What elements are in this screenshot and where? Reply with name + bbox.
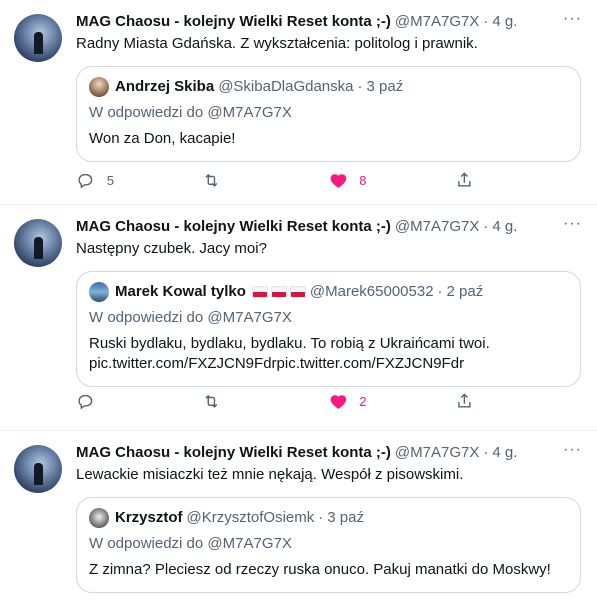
- author-name[interactable]: MAG Chaosu - kolejny Wielki Reset konta …: [76, 12, 391, 32]
- timestamp[interactable]: 4 g.: [492, 443, 517, 463]
- quote-timestamp: 2 paź: [446, 283, 484, 300]
- avatar[interactable]: [14, 445, 62, 493]
- tweet[interactable]: MAG Chaosu - kolejny Wielki Reset konta …: [0, 431, 597, 602]
- retweet-icon: [205, 173, 218, 187]
- like-count: 8: [359, 172, 367, 188]
- timestamp[interactable]: 4 g.: [492, 217, 517, 237]
- avatar[interactable]: [14, 14, 62, 62]
- separator-dot: ·: [318, 509, 324, 526]
- more-icon[interactable]: ···: [563, 11, 581, 32]
- tweet-text: Radny Miasta Gdańska. Z wykształcenia: p…: [76, 35, 478, 52]
- reply-mention: @M7A7G7X: [207, 104, 292, 121]
- heart-icon: [330, 394, 346, 409]
- poland-flag-icon: [270, 286, 287, 298]
- reply-label: W odpowiedzi do: [89, 309, 204, 326]
- tweet-text: Następny czubek. Jacy moi?: [76, 240, 267, 257]
- reply-mention: @M7A7G7X: [207, 535, 292, 552]
- separator-dot: ·: [357, 78, 363, 95]
- reply-label: W odpowiedzi do: [89, 104, 204, 121]
- more-icon[interactable]: ···: [563, 442, 581, 463]
- share-button[interactable]: [455, 392, 581, 411]
- share-icon: [457, 392, 471, 408]
- quote-text: Z zimna? Pleciesz od rzeczy ruska onuco.…: [89, 561, 551, 578]
- reply-context: W odpowiedzi do @M7A7G7X: [89, 103, 568, 123]
- retweet-icon: [205, 394, 218, 408]
- reply-label: W odpowiedzi do: [89, 535, 204, 552]
- share-icon: [457, 171, 471, 187]
- more-icon[interactable]: ···: [563, 216, 581, 237]
- reply-icon: [78, 394, 93, 410]
- poland-flag-icon: [251, 286, 268, 298]
- quote-avatar: [89, 77, 109, 97]
- author-handle[interactable]: @M7A7G7X: [395, 12, 479, 32]
- quoted-tweet[interactable]: Krzysztof @KrzysztofOsiemk · 3 paź W odp…: [76, 497, 581, 593]
- reply-icon: [78, 173, 93, 189]
- reply-count: 5: [106, 172, 114, 188]
- author-handle[interactable]: @M7A7G7X: [395, 217, 479, 237]
- separator-dot: ·: [483, 444, 489, 461]
- quote-text: Ruski bydlaku, bydlaku, bydlaku. To robi…: [89, 334, 568, 374]
- retweet-button[interactable]: [202, 171, 328, 190]
- like-button[interactable]: 8: [329, 171, 455, 190]
- timestamp[interactable]: 4 g.: [492, 12, 517, 32]
- quoted-tweet[interactable]: Andrzej Skiba @SkibaDlaGdanska · 3 paź W…: [76, 66, 581, 162]
- reply-mention: @M7A7G7X: [207, 309, 292, 326]
- reply-context: W odpowiedzi do @M7A7G7X: [89, 308, 568, 328]
- reply-button[interactable]: [76, 392, 202, 411]
- tweet[interactable]: MAG Chaosu - kolejny Wielki Reset konta …: [0, 205, 597, 431]
- retweet-button[interactable]: [202, 392, 328, 411]
- quote-author-name: Andrzej Skiba: [115, 78, 215, 95]
- like-button[interactable]: 2: [329, 392, 455, 411]
- separator-dot: ·: [437, 283, 443, 300]
- tweet[interactable]: MAG Chaosu - kolejny Wielki Reset konta …: [0, 0, 597, 205]
- quote-author-handle: @Marek65000532: [309, 283, 434, 300]
- quote-timestamp: 3 paź: [366, 78, 404, 95]
- action-bar: 5 8: [76, 170, 581, 190]
- avatar[interactable]: [14, 219, 62, 267]
- poland-flag-icon: [289, 286, 306, 298]
- separator-dot: ·: [483, 13, 489, 30]
- quote-text: Won za Don, kacapie!: [89, 130, 236, 147]
- quoted-tweet[interactable]: Marek Kowal tylko @Marek65000532 · 2 paź…: [76, 271, 581, 387]
- poland-flag-icons: [251, 286, 306, 298]
- action-bar: 2: [76, 391, 581, 411]
- heart-icon: [330, 173, 346, 188]
- author-name[interactable]: MAG Chaosu - kolejny Wielki Reset konta …: [76, 217, 391, 237]
- reply-context: W odpowiedzi do @M7A7G7X: [89, 534, 568, 554]
- quote-author-name: Marek Kowal tylko: [115, 283, 246, 300]
- like-count: 2: [359, 393, 367, 409]
- quote-author-name: Krzysztof: [115, 509, 183, 526]
- quote-avatar: [89, 508, 109, 528]
- reply-button[interactable]: 5: [76, 171, 202, 190]
- author-name[interactable]: MAG Chaosu - kolejny Wielki Reset konta …: [76, 443, 391, 463]
- share-button[interactable]: [455, 171, 581, 190]
- quote-author-handle: @KrzysztofOsiemk: [186, 509, 315, 526]
- quote-author-handle: @SkibaDlaGdanska: [218, 78, 354, 95]
- author-handle[interactable]: @M7A7G7X: [395, 443, 479, 463]
- quote-timestamp: 3 paź: [327, 509, 364, 526]
- separator-dot: ·: [483, 218, 489, 235]
- quote-text-line: Ruski bydlaku, bydlaku, bydlaku. To robi…: [89, 335, 490, 352]
- quote-text-link[interactable]: pic.twitter.com/FXZJCN9Fdrpic.twitter.co…: [89, 354, 568, 374]
- tweet-text: Lewackie misiaczki też mnie nękają. Wesp…: [76, 466, 464, 483]
- quote-avatar: [89, 282, 109, 302]
